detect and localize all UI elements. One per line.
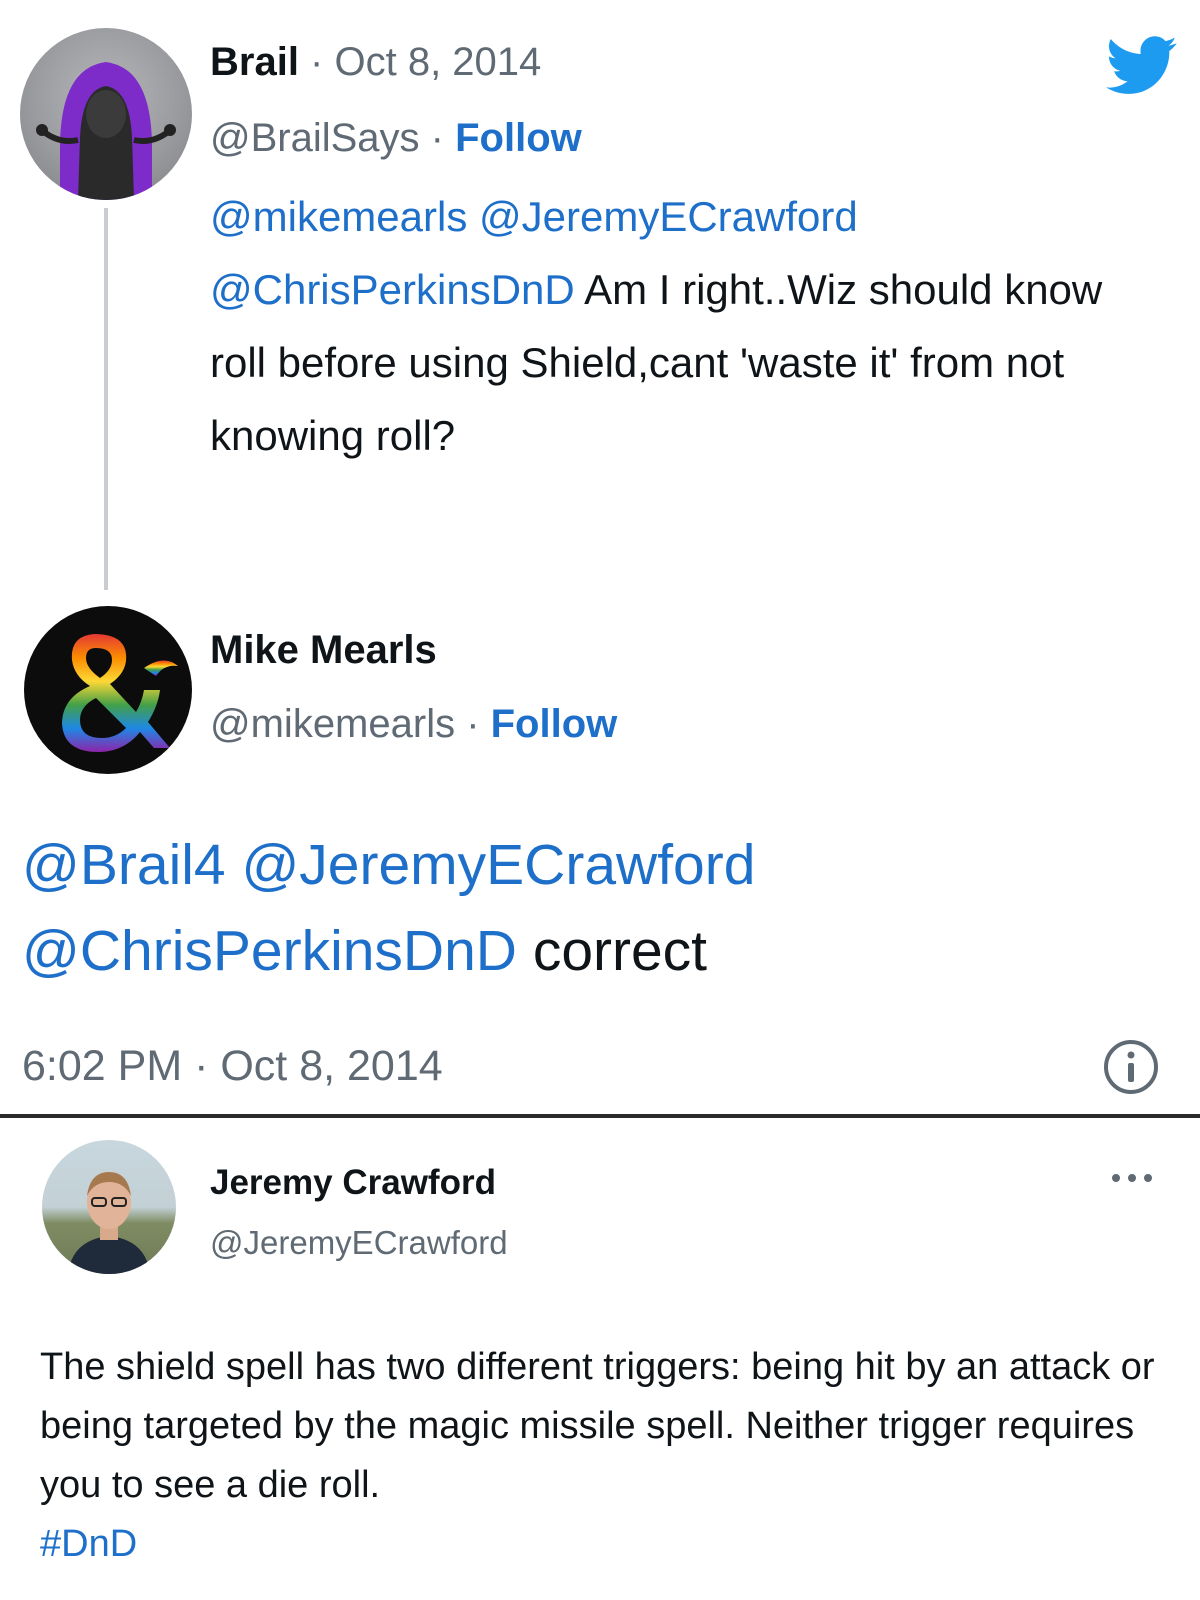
jeremy-handle[interactable]: @JeremyECrawford	[210, 1220, 508, 1266]
avatar-jeremy-image	[68, 1172, 150, 1274]
thread-line	[104, 208, 108, 590]
brail-header: Brail · Oct 8, 2014	[210, 32, 541, 92]
mention-link[interactable]: @ChrisPerkinsDnD	[22, 919, 517, 983]
jeremy-text: The shield spell has two different trigg…	[40, 1346, 1155, 1506]
follow-button[interactable]: Follow	[455, 116, 582, 160]
mention-link[interactable]: @mikemearls	[210, 193, 467, 240]
follow-separator: ·	[419, 116, 456, 160]
reply-tweet-text: @Brail4 @JeremyECrawford @ChrisPerkinsDn…	[22, 822, 1172, 994]
mike-handle-row: @mikemearls · Follow	[210, 694, 617, 754]
reply-text: correct	[532, 919, 708, 983]
mention-link[interactable]: @JeremyECrawford	[479, 193, 858, 240]
avatar-brail[interactable]	[20, 28, 192, 200]
avatar-brail-image	[36, 62, 176, 200]
header-separator: ·	[298, 40, 335, 84]
brail-name[interactable]: Brail	[210, 40, 299, 84]
hashtag-link[interactable]: #DnD	[40, 1523, 137, 1565]
mike-name[interactable]: Mike Mearls	[210, 620, 437, 680]
jeremy-name[interactable]: Jeremy Crawford	[210, 1160, 496, 1206]
reply-timestamp[interactable]: 6:02 PM · Oct 8, 2014	[22, 1036, 443, 1096]
avatar-mike-mearls[interactable]	[24, 606, 192, 774]
jeremy-tweet-text: The shield spell has two different trigg…	[40, 1338, 1170, 1574]
brail-handle-row: @BrailSays · Follow	[210, 108, 582, 168]
dnd-ampersand-logo	[62, 634, 178, 752]
follow-separator: ·	[455, 702, 491, 746]
twitter-bird-icon[interactable]	[1106, 36, 1178, 96]
follow-button[interactable]: Follow	[491, 702, 618, 746]
mention-link[interactable]: @ChrisPerkinsDnD	[210, 266, 575, 313]
more-options-icon[interactable]	[1108, 1168, 1156, 1188]
brail-handle[interactable]: @BrailSays	[210, 116, 420, 160]
mention-link[interactable]: @JeremyECrawford	[241, 833, 755, 897]
brail-tweet-text: @mikemearls @JeremyECrawford @ChrisPerki…	[210, 180, 1150, 472]
info-icon[interactable]	[1102, 1038, 1160, 1096]
mention-link[interactable]: @Brail4	[22, 833, 226, 897]
brail-date[interactable]: Oct 8, 2014	[334, 40, 541, 84]
section-divider	[0, 1114, 1200, 1118]
mike-handle[interactable]: @mikemearls	[210, 702, 455, 746]
avatar-jeremy-crawford[interactable]	[42, 1140, 176, 1274]
